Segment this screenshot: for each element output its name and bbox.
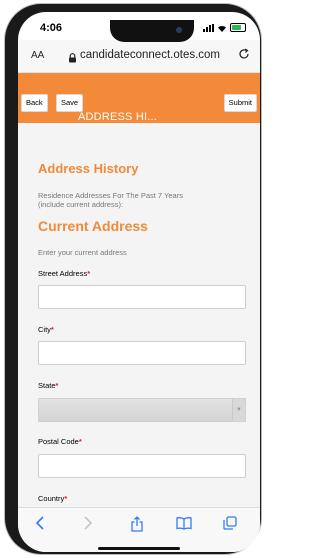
battery-icon <box>230 23 246 32</box>
current-address-hint: Enter your current address <box>38 248 127 257</box>
notch <box>110 20 194 42</box>
url-text[interactable]: candidateconnect.otes.com <box>80 49 220 61</box>
bookmarks-icon[interactable] <box>176 516 192 534</box>
section-title: Address History <box>38 161 139 176</box>
back-button[interactable]: Back <box>21 94 48 112</box>
street-address-field[interactable] <box>38 285 246 309</box>
lock-icon <box>68 50 77 63</box>
section-desc-1: Residence Addresses For The Past 7 Years <box>38 191 183 200</box>
wifi-icon <box>217 24 227 32</box>
reader-aa-button[interactable]: AA <box>31 50 44 61</box>
submit-button[interactable]: Submit <box>223 94 257 112</box>
tabs-icon[interactable] <box>223 516 237 534</box>
country-label: Country* <box>38 494 68 503</box>
forward-icon[interactable] <box>82 516 94 534</box>
current-address-title: Current Address <box>38 218 148 234</box>
camera-icon <box>176 27 182 33</box>
section-desc-2: (include current address): <box>38 200 124 209</box>
share-icon[interactable] <box>130 516 144 536</box>
state-select[interactable]: ▼ <box>38 398 246 422</box>
postal-code-field[interactable] <box>38 454 246 478</box>
state-label: State* <box>38 381 59 390</box>
screen: 4:06 AA candidateconnect.otes.com Back S… <box>18 12 260 552</box>
home-indicator <box>98 547 180 550</box>
street-label: Street Address* <box>38 269 91 278</box>
chevron-down-icon: ▼ <box>232 399 245 421</box>
phone-frame: 4:06 AA candidateconnect.otes.com Back S… <box>5 4 261 554</box>
save-button[interactable]: Save <box>56 94 84 112</box>
reload-icon[interactable] <box>238 48 250 63</box>
city-field[interactable] <box>38 341 246 365</box>
postal-code-label: Postal Code* <box>38 437 82 446</box>
browser-toolbar <box>18 507 260 552</box>
signal-icon <box>203 23 214 32</box>
back-icon[interactable] <box>34 516 46 534</box>
address-bar[interactable]: AA candidateconnect.otes.com <box>18 40 260 73</box>
status-time: 4:06 <box>40 22 63 34</box>
form-content: Address History Residence Addresses For … <box>18 123 260 507</box>
page-title: ADDRESS HI... <box>78 111 158 123</box>
city-label: City* <box>38 325 54 334</box>
app-header: Back Save Submit ADDRESS HI... <box>18 73 260 123</box>
